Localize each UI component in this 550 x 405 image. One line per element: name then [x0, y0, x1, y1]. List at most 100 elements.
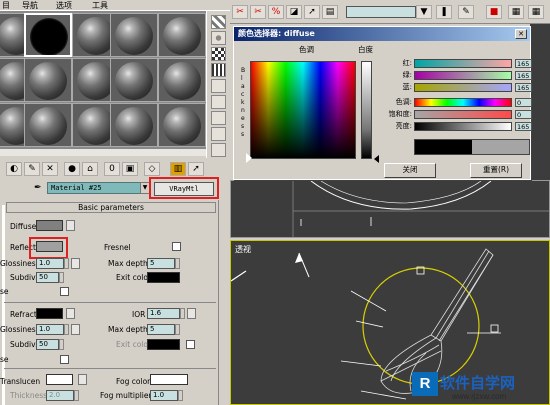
- sample-type-icon[interactable]: [211, 15, 226, 29]
- glossiness-map-button[interactable]: [71, 258, 80, 269]
- selection-filter-icon[interactable]: ◪: [286, 5, 302, 19]
- fresnel-checkbox[interactable]: [172, 242, 181, 251]
- menu-item-material[interactable]: 目: [2, 0, 10, 11]
- diffuse-map-button[interactable]: [66, 220, 75, 231]
- render-icon[interactable]: ▦: [528, 5, 544, 19]
- background-checker-icon[interactable]: [211, 47, 226, 61]
- eraser-icon[interactable]: ✎: [458, 5, 474, 19]
- glossiness-spinner[interactable]: 1.0: [36, 258, 64, 269]
- go-to-parent-icon[interactable]: ▥: [170, 162, 186, 176]
- sample-slot[interactable]: [110, 13, 158, 57]
- translucent-map-button[interactable]: [78, 374, 87, 385]
- refract-glossiness-map-button[interactable]: [71, 324, 80, 335]
- show-end-result-icon[interactable]: ◇: [144, 162, 160, 176]
- put-to-library-icon[interactable]: ⌂: [82, 162, 98, 176]
- select-by-material-icon[interactable]: [211, 127, 226, 141]
- refract-color-swatch[interactable]: [36, 308, 63, 319]
- go-forward-icon[interactable]: ➚: [188, 162, 204, 176]
- fog-multiplier-spinner[interactable]: 1.0: [150, 390, 178, 401]
- sample-slot[interactable]: [24, 58, 72, 102]
- refract-glossiness-spinner[interactable]: 1.0: [36, 324, 64, 335]
- sample-slot[interactable]: [158, 13, 206, 57]
- thickness-spinner-arrows[interactable]: [74, 390, 79, 401]
- material-navigator-icon[interactable]: [211, 143, 226, 157]
- refract-exit-color-checkbox[interactable]: [186, 340, 195, 349]
- refract-use-interpolation-checkbox[interactable]: [60, 355, 69, 364]
- refract-max-depth-spinner-arrows[interactable]: [175, 324, 180, 335]
- max-depth-spinner[interactable]: 5: [147, 258, 175, 269]
- green-slider[interactable]: [414, 71, 512, 80]
- blue-slider[interactable]: [414, 83, 512, 92]
- refract-subdivs-spinner-arrows[interactable]: [59, 339, 64, 350]
- render-setup-icon[interactable]: ▦: [508, 5, 524, 19]
- red-value[interactable]: 165: [515, 59, 532, 68]
- sample-slot-selected[interactable]: [24, 13, 72, 57]
- subdivs-spinner[interactable]: 50: [36, 272, 59, 283]
- delete-icon[interactable]: ✕: [42, 162, 58, 176]
- sample-slot[interactable]: [24, 103, 72, 147]
- ior-spinner-arrows[interactable]: [180, 308, 185, 319]
- material-editor-icon[interactable]: ■: [486, 5, 502, 19]
- hue-value[interactable]: 0: [515, 98, 532, 107]
- ior-spinner[interactable]: 1.6: [147, 308, 180, 319]
- refract-exit-color-swatch[interactable]: [147, 339, 180, 350]
- material-name-field[interactable]: Material #25: [47, 182, 150, 194]
- translucent-color-swatch[interactable]: [46, 374, 73, 385]
- red-slider[interactable]: [414, 59, 512, 68]
- blue-value[interactable]: 165: [515, 83, 532, 92]
- unlink-icon[interactable]: ✂: [250, 5, 266, 19]
- value-slider[interactable]: [414, 122, 512, 131]
- close-button[interactable]: 关闭: [384, 163, 436, 178]
- ior-map-button[interactable]: [187, 308, 196, 319]
- whiteness-pointer-icon[interactable]: [374, 155, 379, 163]
- backlight-icon[interactable]: [211, 31, 226, 45]
- select-by-name-icon[interactable]: ▤: [322, 5, 338, 19]
- saturation-value[interactable]: 0: [515, 110, 532, 119]
- thickness-spinner[interactable]: 2.0: [46, 390, 74, 401]
- use-interpolation-checkbox[interactable]: [60, 287, 69, 296]
- reset-button[interactable]: 重置(R): [470, 163, 522, 178]
- uv-tiling-icon[interactable]: [211, 63, 226, 77]
- options-icon[interactable]: [211, 111, 226, 125]
- hue-slider[interactable]: [414, 98, 512, 107]
- sample-slots-scrollbar[interactable]: [0, 148, 206, 156]
- sample-slot[interactable]: [110, 103, 158, 147]
- material-effects-channel-icon[interactable]: 0: [104, 162, 120, 176]
- whiteness-bar[interactable]: [361, 61, 372, 159]
- menu-item-options[interactable]: 选项: [56, 0, 72, 11]
- put-to-scene-icon[interactable]: ✎: [24, 162, 40, 176]
- fog-color-swatch[interactable]: [150, 374, 188, 385]
- glossiness-spinner-arrows[interactable]: [64, 258, 69, 269]
- select-object-icon[interactable]: ➚: [304, 5, 320, 19]
- rollout-scrollbar[interactable]: [218, 200, 230, 405]
- refract-glossiness-spinner-arrows[interactable]: [64, 324, 69, 335]
- blackness-pointer-icon[interactable]: [246, 153, 252, 163]
- get-material-icon[interactable]: ◐: [6, 162, 22, 176]
- subdivs-spinner-arrows[interactable]: [59, 272, 64, 283]
- fog-multiplier-spinner-arrows[interactable]: [178, 390, 183, 401]
- make-preview-icon[interactable]: [211, 95, 226, 109]
- select-link-icon[interactable]: ✂: [232, 5, 248, 19]
- selection-filter-dropdown[interactable]: [346, 6, 416, 18]
- exit-color-swatch[interactable]: [147, 272, 180, 283]
- make-unique-icon[interactable]: ●: [64, 162, 80, 176]
- menu-item-tools[interactable]: 工具: [92, 0, 108, 11]
- value-value[interactable]: 165: [515, 122, 532, 131]
- refract-subdivs-spinner[interactable]: 50: [36, 339, 59, 350]
- saturation-slider[interactable]: [414, 110, 512, 119]
- video-color-check-icon[interactable]: [211, 79, 226, 93]
- eyedropper-icon[interactable]: ✒: [34, 183, 42, 193]
- dropdown-arrow-icon[interactable]: ▼: [416, 5, 432, 19]
- sample-slot[interactable]: [158, 103, 206, 147]
- diffuse-color-swatch[interactable]: [36, 220, 63, 231]
- green-value[interactable]: 165: [515, 71, 532, 80]
- sample-slot[interactable]: [110, 58, 158, 102]
- basic-parameters-rollout-header[interactable]: Basic parameters: [6, 202, 216, 213]
- refract-map-button[interactable]: [66, 308, 75, 319]
- snap-icon[interactable]: ❚: [436, 5, 452, 19]
- refract-max-depth-spinner[interactable]: 5: [147, 324, 175, 335]
- show-map-icon[interactable]: ▣: [122, 162, 138, 176]
- bind-space-warp-icon[interactable]: %: [268, 5, 284, 19]
- top-viewport[interactable]: [230, 180, 550, 238]
- close-icon[interactable]: ✕: [515, 29, 527, 39]
